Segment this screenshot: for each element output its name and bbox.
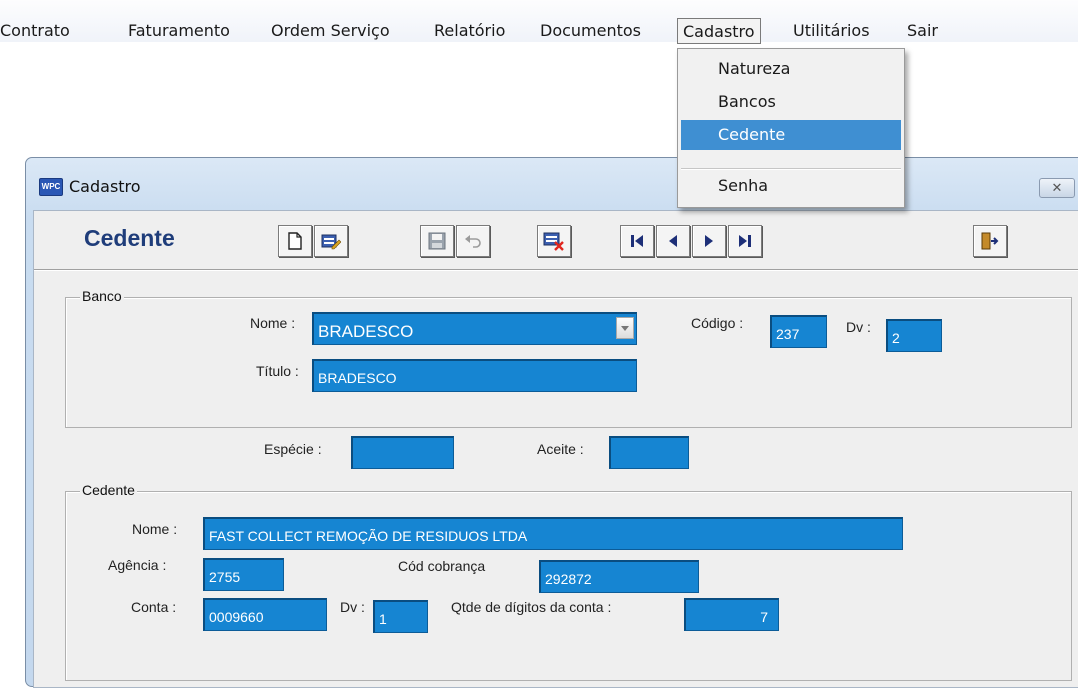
aceite-field[interactable] <box>609 436 689 469</box>
window-title: Cadastro <box>69 177 141 196</box>
menu-utilitarios[interactable]: Utilitários <box>787 18 876 44</box>
banco-nome-value: BRADESCO <box>318 322 414 341</box>
menu-cadastro[interactable]: Cadastro <box>677 18 761 44</box>
toolbar-separator <box>34 269 1078 271</box>
exit-icon <box>981 232 999 250</box>
conta-dv-field[interactable]: 1 <box>373 600 428 633</box>
window-titlebar[interactable]: WPC Cadastro ✕ <box>26 158 1078 198</box>
agencia-field[interactable]: 2755 <box>203 558 284 591</box>
menu-contrato[interactable]: Contrato <box>0 18 76 44</box>
conta-dv-label: Dv : <box>340 599 365 615</box>
exit-button[interactable] <box>973 225 1007 257</box>
agencia-label: Agência : <box>108 557 167 573</box>
banco-nome-select[interactable]: BRADESCO <box>312 312 637 345</box>
close-button[interactable]: ✕ <box>1039 178 1075 198</box>
undo-icon <box>465 235 481 248</box>
cadastro-window: WPC Cadastro ✕ Cedente Banco Nome: BRAD… <box>25 157 1078 688</box>
previous-record-icon <box>669 235 677 247</box>
save-button[interactable] <box>420 225 454 257</box>
qtde-digitos-field[interactable]: 7 <box>684 598 779 631</box>
menu-faturamento[interactable]: Faturamento <box>122 18 236 44</box>
form-area: Cedente Banco Nome: BRADESCO Código: 2… <box>33 210 1078 688</box>
banco-dv-field[interactable]: 2 <box>886 319 942 352</box>
cod-cobranca-label: Cód cobrança <box>398 558 486 574</box>
aceite-label: Aceite : <box>537 441 584 457</box>
banco-titulo-label: Título : <box>256 363 299 379</box>
menu-sair[interactable]: Sair <box>901 18 944 44</box>
menu-item-senha[interactable]: Senha <box>681 171 901 201</box>
menu-relatorio[interactable]: Relatório <box>428 18 511 44</box>
menu-separator <box>681 168 901 170</box>
edit-button[interactable] <box>314 225 348 257</box>
banco-nome-label: Nome : <box>250 315 296 331</box>
delete-button[interactable] <box>537 225 571 257</box>
app-icon: WPC <box>39 178 63 196</box>
banco-codigo-field[interactable]: 237 <box>770 315 827 348</box>
cedente-group-label: Cedente <box>80 482 137 498</box>
banco-dv-label: Dv : <box>846 319 871 335</box>
qtde-digitos-label: Qtde de dígitos da conta : <box>451 599 612 615</box>
cedente-nome-field[interactable]: FAST COLLECT REMOÇÃO DE RESIDUOS LTDA <box>203 517 903 550</box>
cod-cobranca-field[interactable]: 292872 <box>539 560 699 593</box>
cedente-nome-label: Nome : <box>132 521 178 537</box>
conta-field[interactable]: 0009660 <box>203 598 327 631</box>
undo-button[interactable] <box>456 225 490 257</box>
menu-item-cedente[interactable]: Cedente <box>681 120 901 150</box>
cadastro-dropdown-menu: Natureza Bancos Cedente Senha <box>677 48 905 208</box>
first-record-button[interactable] <box>620 225 654 257</box>
save-icon <box>428 232 446 250</box>
banco-codigo-label: Código : <box>691 315 744 331</box>
menu-bar: Contrato Faturamento Ordem Serviço Relat… <box>0 0 1078 44</box>
especie-label: Espécie : <box>264 441 322 457</box>
last-record-icon <box>739 235 751 247</box>
especie-field[interactable] <box>351 436 454 469</box>
new-button[interactable] <box>278 225 312 257</box>
banco-group-label: Banco <box>80 288 124 304</box>
next-record-icon <box>705 235 713 247</box>
menu-ordem-servico[interactable]: Ordem Serviço <box>265 18 396 44</box>
first-record-icon <box>631 235 643 247</box>
menu-item-bancos[interactable]: Bancos <box>681 87 901 117</box>
chevron-down-icon <box>621 325 629 331</box>
previous-record-button[interactable] <box>656 225 690 257</box>
next-record-button[interactable] <box>692 225 726 257</box>
menu-item-natureza[interactable]: Natureza <box>681 54 901 84</box>
conta-label: Conta : <box>131 599 177 615</box>
banco-titulo-field[interactable]: BRADESCO <box>312 359 637 392</box>
delete-icon <box>543 232 564 251</box>
new-icon <box>288 232 302 250</box>
dropdown-arrow-button[interactable] <box>616 317 634 339</box>
edit-icon <box>321 234 341 250</box>
last-record-button[interactable] <box>728 225 762 257</box>
menu-documentos[interactable]: Documentos <box>534 18 647 44</box>
form-title: Cedente <box>84 225 175 251</box>
